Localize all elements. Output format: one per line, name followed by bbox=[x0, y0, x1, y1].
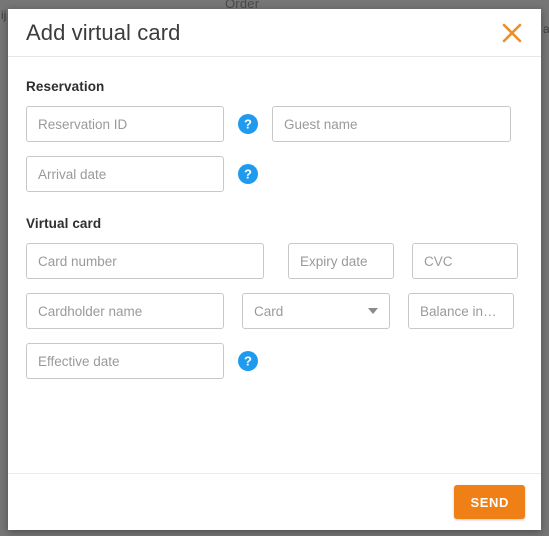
guest-name-placeholder: Guest name bbox=[284, 116, 358, 132]
dialog-header: Add virtual card bbox=[8, 9, 541, 57]
virtual-card-row-1: Card number Expiry date CVC bbox=[26, 243, 523, 279]
section-title-virtual-card: Virtual card bbox=[26, 216, 102, 231]
send-button[interactable]: SEND bbox=[454, 485, 525, 519]
backdrop-partial-text-left: ij bbox=[1, 8, 7, 22]
expiry-date-placeholder: Expiry date bbox=[300, 253, 368, 269]
dialog-title: Add virtual card bbox=[26, 19, 181, 45]
virtual-card-row-3: Effective date ? bbox=[26, 343, 523, 379]
arrival-date-help-icon[interactable]: ? bbox=[238, 164, 258, 184]
card-type-placeholder: Card bbox=[254, 303, 284, 319]
reservation-id-input[interactable]: Reservation ID bbox=[26, 106, 224, 142]
effective-date-help-icon[interactable]: ? bbox=[238, 351, 258, 371]
effective-date-input[interactable]: Effective date bbox=[26, 343, 224, 379]
expiry-date-input[interactable]: Expiry date bbox=[288, 243, 394, 279]
reservation-id-help-icon[interactable]: ? bbox=[238, 114, 258, 134]
section-title-reservation: Reservation bbox=[26, 79, 105, 94]
effective-date-help-wrap: ? bbox=[224, 351, 272, 371]
help-glyph: ? bbox=[244, 353, 252, 368]
cardholder-name-input[interactable]: Cardholder name bbox=[26, 293, 224, 329]
cvc-input[interactable]: CVC bbox=[412, 243, 518, 279]
balance-input[interactable]: Balance in… bbox=[408, 293, 514, 329]
arrival-date-help-wrap: ? bbox=[224, 164, 272, 184]
chevron-down-icon bbox=[368, 308, 378, 314]
dialog-footer: SEND bbox=[8, 473, 541, 530]
balance-placeholder: Balance in… bbox=[420, 303, 497, 319]
arrival-date-placeholder: Arrival date bbox=[38, 166, 107, 182]
effective-date-placeholder: Effective date bbox=[38, 353, 120, 369]
backdrop-partial-text-right: a bbox=[543, 22, 549, 36]
card-number-input[interactable]: Card number bbox=[26, 243, 264, 279]
reservation-row-2: Arrival date ? bbox=[26, 156, 523, 192]
card-type-select[interactable]: Card bbox=[242, 293, 390, 329]
dialog-body: Reservation Reservation ID ? Guest name … bbox=[8, 57, 541, 473]
reservation-id-help-wrap: ? bbox=[224, 114, 272, 134]
arrival-date-input[interactable]: Arrival date bbox=[26, 156, 224, 192]
help-glyph: ? bbox=[244, 116, 252, 131]
add-virtual-card-dialog: Add virtual card Reservation Reservation… bbox=[8, 9, 541, 530]
cardholder-name-placeholder: Cardholder name bbox=[38, 303, 143, 319]
card-number-placeholder: Card number bbox=[38, 253, 117, 269]
close-icon[interactable] bbox=[497, 18, 527, 48]
cvc-placeholder: CVC bbox=[424, 253, 453, 269]
virtual-card-row-2: Cardholder name Card Balance in… bbox=[26, 293, 523, 329]
guest-name-input[interactable]: Guest name bbox=[272, 106, 511, 142]
reservation-row-1: Reservation ID ? Guest name bbox=[26, 106, 523, 142]
reservation-id-placeholder: Reservation ID bbox=[38, 116, 128, 132]
help-glyph: ? bbox=[244, 166, 252, 181]
